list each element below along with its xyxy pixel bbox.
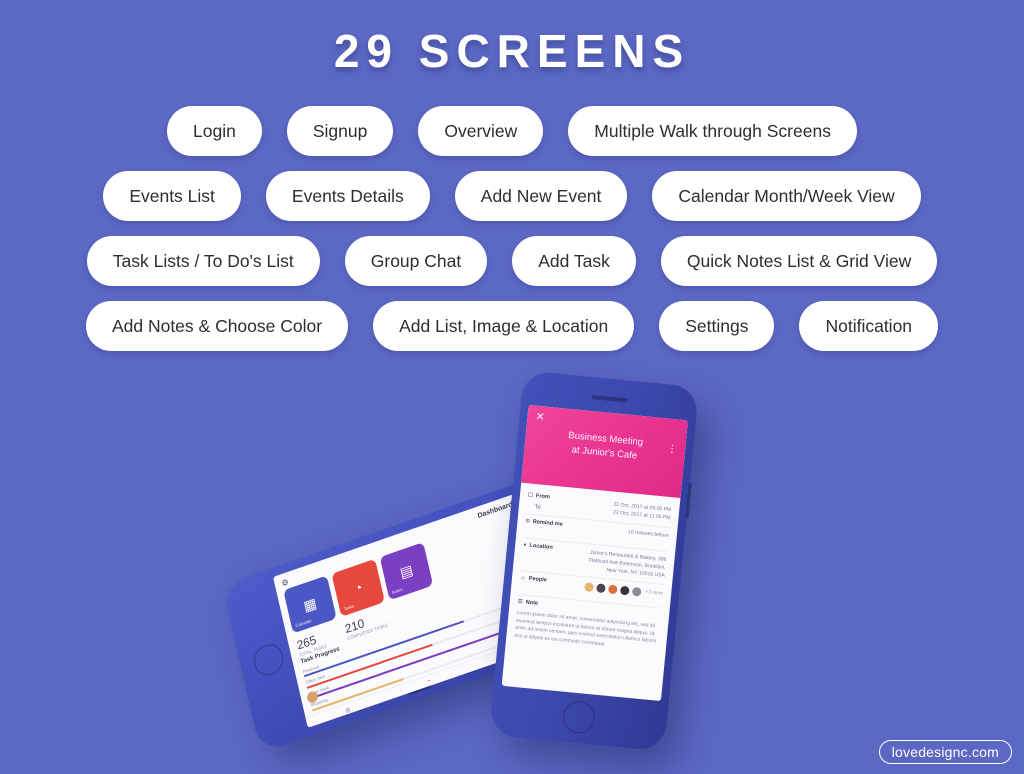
- pill-add-new-event[interactable]: Add New Event: [454, 171, 628, 221]
- nav-grid-icon[interactable]: ▦: [344, 705, 352, 714]
- pill-row-4: Add Notes & Choose Color Add List, Image…: [0, 301, 1024, 351]
- alarm-icon: ⏲: [525, 517, 531, 525]
- location-label-group: ● Location: [523, 542, 553, 551]
- pill-multiple-walk-through-screens[interactable]: Multiple Walk through Screens: [568, 106, 857, 156]
- note-label: Note: [525, 599, 539, 607]
- screen-list: Login Signup Overview Multiple Walk thro…: [0, 106, 1024, 366]
- remind-label-group: ⏲ Remind me: [525, 518, 563, 528]
- home-button-icon: [561, 699, 597, 735]
- pill-notification[interactable]: Notification: [799, 301, 939, 351]
- page-title: 29 SCREENS: [333, 25, 691, 77]
- event-header: ✕ ⋮ Business Meeting at Junior's Cafe: [521, 405, 688, 498]
- from-to-values: 22 Oct, 2017 at 09:00 PM 22 Oct, 2017 at…: [612, 501, 672, 522]
- pill-calendar-month-week-view[interactable]: Calendar Month/Week View: [652, 171, 921, 221]
- note-icon: ☰: [517, 598, 523, 605]
- pill-task-lists[interactable]: Task Lists / To Do's List: [86, 236, 320, 286]
- grid-icon: ▦: [301, 593, 318, 614]
- watermark-badge: lovedesignc.com: [878, 740, 1012, 764]
- nav-pie-icon[interactable]: ◔: [427, 678, 432, 685]
- phone-event-details-device: ✕ ⋮ Business Meeting at Junior's Cafe ☐ …: [488, 370, 700, 752]
- pill-overview[interactable]: Overview: [418, 106, 544, 156]
- pill-group-chat[interactable]: Group Chat: [344, 236, 488, 286]
- people-avatars: +3 more: [583, 580, 663, 600]
- pill-signup[interactable]: Signup: [286, 106, 394, 156]
- avatar: [583, 580, 596, 593]
- from-label: From: [535, 493, 551, 501]
- device-mockup-stage: ⚙ Dashboard ▦ Calendar ◔ Tasks ▤ Notes 2…: [0, 370, 1024, 774]
- notes-icon: ▤: [398, 560, 415, 581]
- remind-label: Remind me: [532, 518, 564, 528]
- pill-add-notes-choose-color[interactable]: Add Notes & Choose Color: [85, 301, 349, 351]
- people-label: People: [528, 575, 548, 584]
- pill-quick-notes-list-grid-view[interactable]: Quick Notes List & Grid View: [660, 236, 938, 286]
- close-icon[interactable]: ✕: [535, 411, 545, 424]
- from-label-group: ☐ From: [528, 492, 550, 501]
- pill-row-1: Login Signup Overview Multiple Walk thro…: [0, 106, 1024, 156]
- home-button-icon: [251, 640, 287, 680]
- to-label: To: [534, 503, 541, 511]
- event-title: Business Meeting at Junior's Cafe: [524, 425, 686, 468]
- pill-add-task[interactable]: Add Task: [512, 236, 636, 286]
- event-details-screen: ✕ ⋮ Business Meeting at Junior's Cafe ☐ …: [501, 405, 688, 702]
- event-body: ☐ From To 22 Oct, 2017 at 09:00 PM 22 Oc…: [506, 483, 680, 655]
- earpiece-speaker-icon: [591, 395, 628, 403]
- pill-row-3: Task Lists / To Do's List Group Chat Add…: [0, 236, 1024, 286]
- remind-value: 10 minutes before: [627, 528, 670, 539]
- people-icon: ☺: [519, 574, 526, 582]
- people-label-group: ☺ People: [520, 575, 547, 584]
- location-value: Junior's Restaurant & Bakery, 386 Flatbu…: [588, 549, 667, 579]
- people-more-count[interactable]: +3 more: [645, 590, 663, 597]
- avatar: [595, 581, 608, 594]
- pill-events-details[interactable]: Events Details: [265, 171, 430, 221]
- pill-add-list-image-location[interactable]: Add List, Image & Location: [373, 301, 635, 351]
- pill-events-list[interactable]: Events List: [103, 171, 241, 221]
- gear-icon[interactable]: ⚙: [281, 577, 290, 588]
- power-button-icon: [685, 482, 692, 519]
- pill-settings[interactable]: Settings: [659, 301, 775, 351]
- pill-login[interactable]: Login: [167, 106, 262, 156]
- location-label: Location: [529, 542, 554, 551]
- location-pin-icon: ●: [522, 541, 527, 549]
- pill-row-2: Events List Events Details Add New Event…: [0, 171, 1024, 221]
- calendar-icon: ☐: [527, 492, 534, 499]
- avatar: [607, 583, 620, 596]
- avatar: [619, 584, 632, 597]
- avatar: [631, 585, 644, 598]
- pie-icon: ◔: [352, 578, 365, 598]
